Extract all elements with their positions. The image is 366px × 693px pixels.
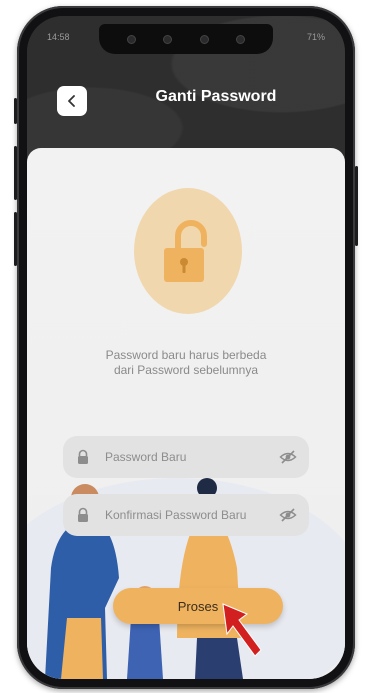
family-illustration (27, 460, 345, 679)
sensor-icon (199, 34, 209, 44)
screen: 14:58 71% Ganti Password Password baru h… (27, 16, 345, 679)
lock-illustration (134, 188, 242, 314)
annotation-arrow-icon (222, 603, 262, 657)
confirm-password-placeholder: Konfirmasi Password Baru (105, 508, 247, 522)
content-panel: Password baru harus berbeda dari Passwor… (27, 148, 345, 679)
camera-icon (163, 34, 173, 44)
lock-icon (78, 507, 88, 522)
new-password-field[interactable]: Password Baru (63, 436, 309, 478)
instruction-line-2: dari Password sebelumnya (113, 363, 259, 377)
back-button[interactable] (57, 86, 87, 116)
confirm-password-field[interactable]: Konfirmasi Password Baru (63, 494, 309, 536)
instruction-line-1: Password baru harus berbeda (105, 348, 267, 362)
instruction-text: Password baru harus berbeda dari Passwor… (47, 348, 325, 378)
eye-off-icon[interactable] (279, 506, 297, 524)
new-password-placeholder: Password Baru (105, 450, 187, 464)
lock-icon (78, 449, 88, 464)
notch (99, 24, 273, 54)
phone-frame: 14:58 71% Ganti Password Password baru h… (14, 6, 358, 689)
volume-down-button (14, 212, 17, 266)
status-battery: 71% (306, 32, 325, 42)
sensor-icon (236, 34, 246, 44)
mute-switch (14, 98, 17, 124)
page-title: Ganti Password (155, 88, 277, 105)
volume-up-button (14, 146, 17, 200)
power-button (355, 166, 358, 246)
padlock-open-icon (164, 220, 207, 282)
eye-off-icon[interactable] (279, 448, 297, 466)
sensor-icon (126, 34, 136, 44)
status-time: 14:58 (47, 32, 70, 42)
chevron-left-icon (68, 95, 75, 107)
